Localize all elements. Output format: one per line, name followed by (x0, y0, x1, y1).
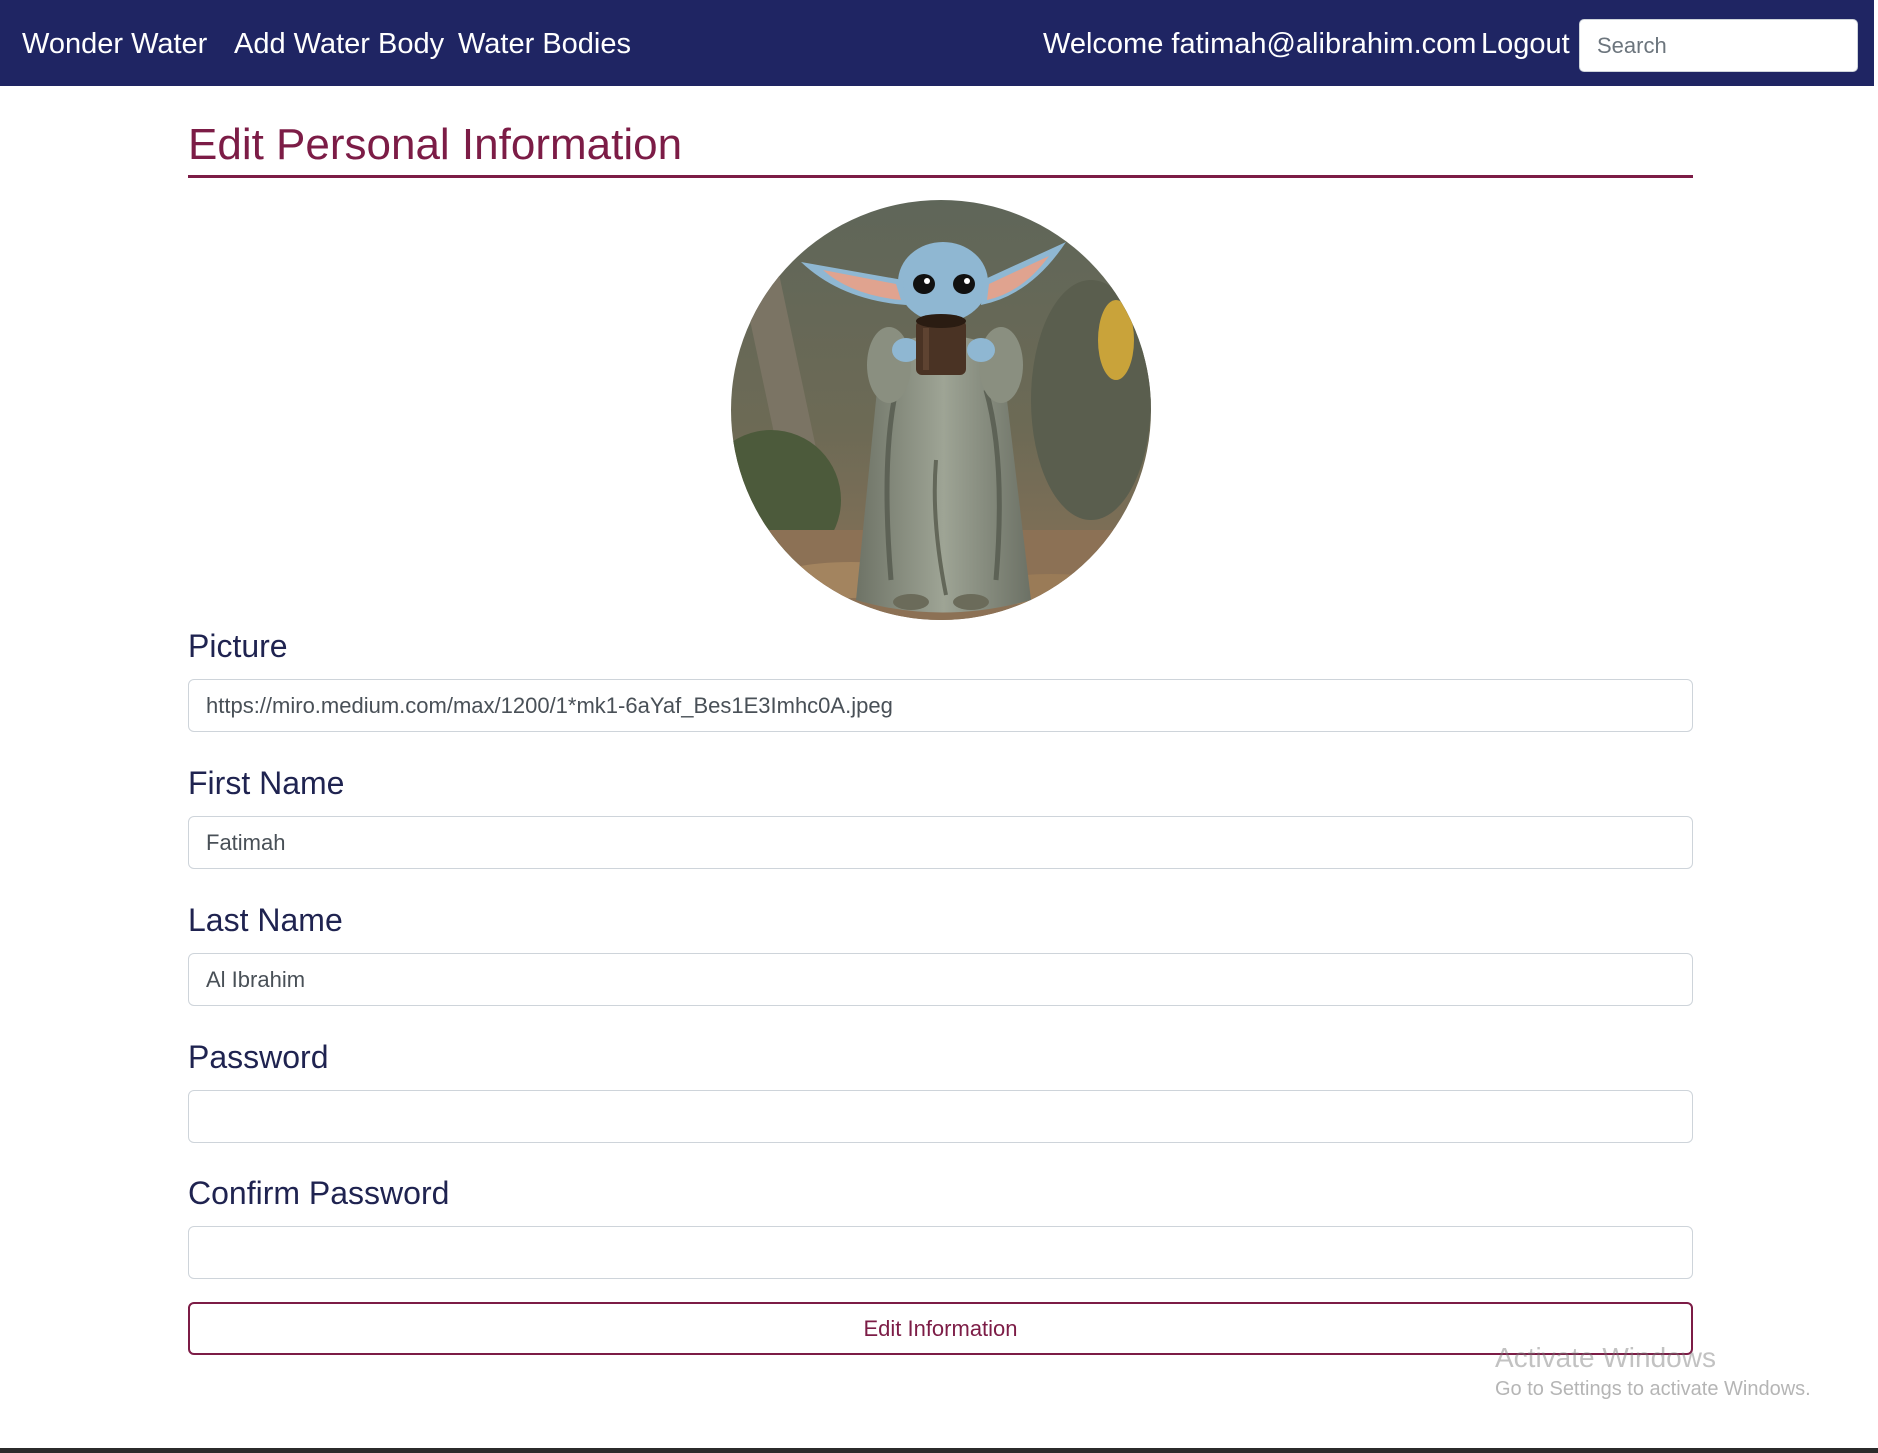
nav-water-bodies[interactable]: Water Bodies (458, 25, 631, 63)
navbar: Wonder Water Add Water Body Water Bodies… (0, 0, 1874, 86)
password-input[interactable] (188, 1090, 1693, 1143)
picture-url-input[interactable] (188, 679, 1693, 732)
profile-picture-image (731, 200, 1151, 620)
welcome-text: Welcome fatimah@alibrahim.com (1043, 28, 1477, 60)
last-name-input[interactable] (188, 953, 1693, 1006)
activate-windows-subtitle: Go to Settings to activate Windows. (1495, 1378, 1811, 1400)
search-input[interactable] (1579, 19, 1858, 72)
last-name-label: Last Name (188, 902, 343, 938)
brand-link[interactable]: Wonder Water (22, 25, 207, 63)
logout-link[interactable]: Logout (1481, 25, 1570, 63)
first-name-label: First Name (188, 765, 345, 801)
nav-add-water-body[interactable]: Add Water Body (234, 25, 444, 63)
profile-picture (731, 200, 1151, 620)
password-label: Password (188, 1039, 329, 1075)
confirm-password-label: Confirm Password (188, 1175, 450, 1211)
activate-windows-title: Activate Windows (1495, 1342, 1716, 1373)
taskbar-edge (0, 1448, 1878, 1453)
first-name-input[interactable] (188, 816, 1693, 869)
title-divider (188, 175, 1693, 178)
page-title: Edit Personal Information (188, 120, 683, 169)
confirm-password-input[interactable] (188, 1226, 1693, 1279)
edit-information-button[interactable]: Edit Information (188, 1302, 1693, 1355)
picture-label: Picture (188, 628, 288, 664)
